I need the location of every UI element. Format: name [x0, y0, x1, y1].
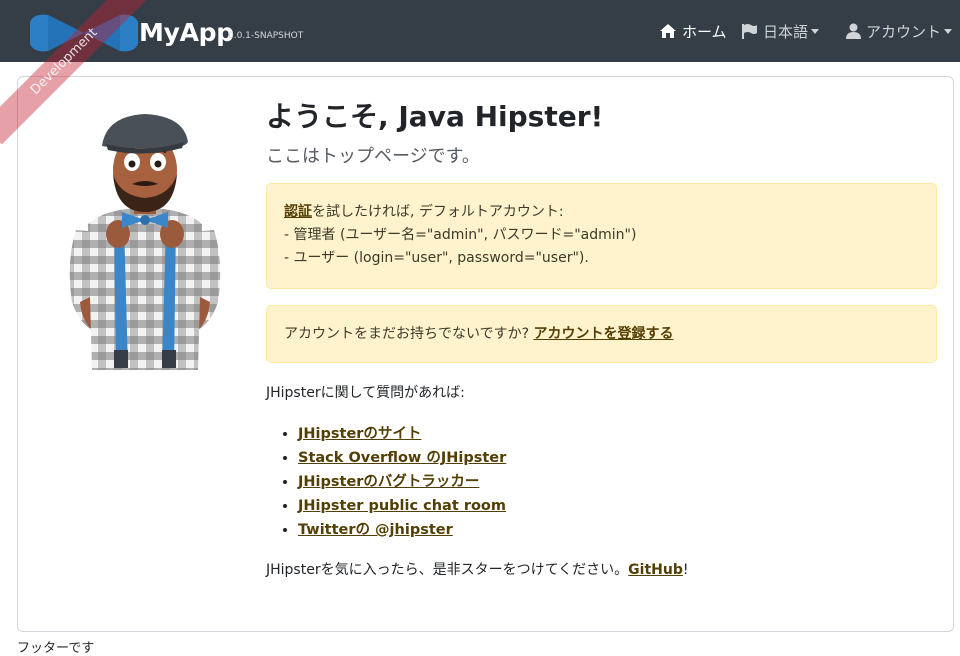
nav-account-label: アカウント [866, 22, 942, 41]
github-text: JHipsterを気に入ったら、是非スターをつけてください。GitHub! [266, 559, 688, 579]
hipster-illustration [69, 114, 221, 370]
list-item: JHipster public chat room [298, 494, 506, 518]
nav-account-dropdown[interactable]: アカウント [846, 21, 953, 41]
bug-tracker-link[interactable]: JHipsterのバグトラッカー [298, 474, 479, 490]
register-alert: アカウントをまだお持ちでないですか? アカウントを登録する [266, 305, 937, 363]
user-credentials: - ユーザー (login="user", password="user"). [284, 250, 589, 266]
brand-name[interactable]: MyApp [139, 18, 234, 47]
flag-icon [742, 24, 757, 39]
home-icon [660, 24, 676, 38]
github-suffix: ! [682, 562, 689, 578]
login-link[interactable]: 認証 [284, 204, 312, 220]
chat-room-link[interactable]: JHipster public chat room [298, 498, 506, 514]
list-item: Twitterの @jhipster [298, 518, 506, 542]
caret-down-icon [944, 28, 953, 34]
nav-home[interactable]: ホーム [659, 21, 727, 41]
stackoverflow-link[interactable]: Stack Overflow のJHipster [298, 450, 506, 466]
list-item: JHipsterのバグトラッカー [298, 470, 506, 494]
register-prompt: アカウントをまだお持ちでないですか? [284, 326, 534, 342]
resource-links: JHipsterのサイト Stack Overflow のJHipster JH… [298, 422, 506, 542]
app-version: 0.0.1-SNAPSHOT [228, 31, 304, 41]
nav-language-dropdown[interactable]: 日本語 [741, 21, 820, 41]
footer: フッターです [17, 641, 95, 656]
github-prompt: JHipsterを気に入ったら、是非スターをつけてください。 [266, 562, 629, 578]
admin-credentials: - 管理者 (ユーザー名="admin", パスワード="admin") [284, 227, 637, 243]
questions-text: JHipsterに関して質問があれば: [266, 385, 465, 401]
nav-language-label: 日本語 [763, 22, 809, 41]
user-icon [846, 23, 861, 39]
alert-text: を試したければ, デフォルトアカウント: [312, 204, 564, 220]
nav-home-label: ホーム [682, 22, 727, 41]
page-title: ようこそ, Java Hipster! [266, 100, 604, 133]
list-item: Stack Overflow のJHipster [298, 446, 506, 470]
twitter-link[interactable]: Twitterの @jhipster [298, 522, 453, 538]
jhipster-homepage-link[interactable]: JHipsterのサイト [298, 426, 421, 442]
caret-down-icon [811, 28, 820, 34]
list-item: JHipsterのサイト [298, 422, 506, 446]
register-link[interactable]: アカウントを登録する [533, 326, 673, 342]
navbar: MyApp 0.0.1-SNAPSHOT ホーム 日本語 アカウント [0, 0, 960, 62]
login-info-alert: 認証を試したければ, デフォルトアカウント: - 管理者 (ユーザー名="adm… [266, 183, 937, 289]
page-subtitle: ここはトップページです。 [266, 146, 480, 167]
github-link[interactable]: GitHub [628, 562, 683, 578]
